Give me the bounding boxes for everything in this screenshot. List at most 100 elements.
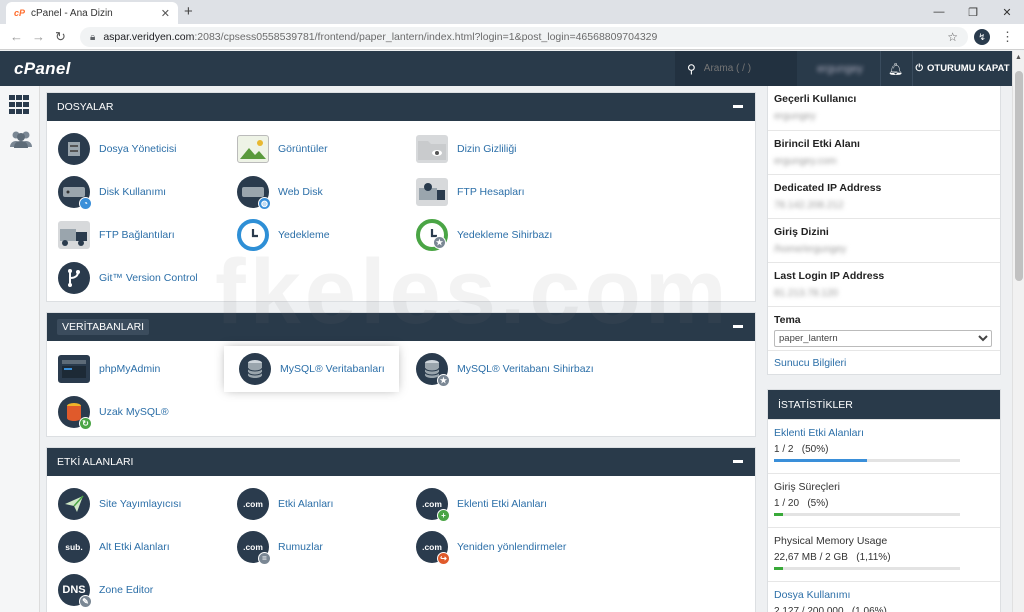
reload-icon[interactable]: ↻ bbox=[55, 29, 66, 45]
forward-icon[interactable]: → bbox=[32, 29, 45, 44]
stat-progress-bar bbox=[774, 513, 960, 516]
user-manager-icon[interactable] bbox=[9, 130, 32, 150]
stat-progress-fill bbox=[774, 459, 867, 462]
logout-button[interactable]: ⏻ OTURUMU KAPAT bbox=[912, 51, 1012, 86]
collapse-icon[interactable] bbox=[733, 325, 743, 328]
collapse-icon[interactable] bbox=[733, 460, 743, 463]
redirects-link[interactable]: .com ↪ Yeniden yönlendirmeler bbox=[415, 530, 566, 565]
disk-usage-link[interactable]: ◔ Disk Kullanımı bbox=[57, 175, 166, 210]
lock-icon[interactable]: 🔒︎ bbox=[90, 32, 95, 43]
stat-label[interactable]: Eklenti Etki Alanları bbox=[774, 427, 994, 439]
info-row: Birincil Etki Alanı ergungey.com bbox=[768, 130, 1000, 174]
general-info-panel: Geçerli Kullanıcı ergungey Birincil Etki… bbox=[767, 86, 1001, 375]
browser-toolbar: ← → ↻ 🔒︎ aspar.veridyen.com:2083/cpsess0… bbox=[0, 24, 1024, 50]
files-panel-header[interactable]: DOSYALAR bbox=[47, 93, 755, 121]
ftp-accounts-link[interactable]: FTP Hesapları bbox=[415, 175, 525, 209]
images-link[interactable]: Görüntüler bbox=[236, 132, 328, 166]
info-row: Last Login IP Address 81.213.78.120 bbox=[768, 262, 1000, 306]
backup-icon bbox=[237, 219, 269, 251]
subdomains-link[interactable]: sub. Alt Etki Alanları bbox=[57, 530, 170, 564]
username: ergungey bbox=[817, 62, 863, 75]
user-menu[interactable]: ergungey bbox=[800, 51, 880, 86]
stat-value: 22,67 MB / 2 GB (1,11%) bbox=[774, 552, 891, 563]
search-input[interactable] bbox=[703, 63, 784, 74]
web-disk-link[interactable]: ◍ Web Disk bbox=[236, 175, 323, 210]
stat-row: Giriş Süreçleri 1 / 20 (5%) bbox=[768, 473, 1000, 527]
minimize-icon[interactable]: — bbox=[922, 0, 956, 24]
window-close-icon[interactable]: ✕ bbox=[990, 0, 1024, 24]
stat-row: Dosya Kullanımı 2.127 / 200.000 (1,06%) bbox=[768, 581, 1000, 612]
plus-icon: + bbox=[437, 509, 450, 522]
web-disk-icon: ◍ bbox=[237, 176, 271, 210]
search-icon: ⚲ bbox=[687, 61, 696, 76]
ftp-connections-link[interactable]: FTP Bağlantıları bbox=[57, 218, 175, 252]
stat-progress-bar bbox=[774, 459, 960, 462]
databases-panel: VERİTABANLARI phpMyAdmin MySQL® Veritaba… bbox=[46, 312, 756, 437]
databases-panel-header[interactable]: VERİTABANLARI bbox=[47, 313, 755, 341]
statistics-title: İSTATİSTİKLER bbox=[768, 390, 1000, 419]
phpmyadmin-link[interactable]: phpMyAdmin bbox=[57, 352, 160, 386]
statistics-panel: İSTATİSTİKLER Eklenti Etki Alanları 1 / 2… bbox=[767, 389, 1001, 612]
images-icon bbox=[237, 135, 269, 163]
theme-select[interactable]: paper_lantern bbox=[774, 330, 992, 347]
scroll-thumb[interactable] bbox=[1015, 71, 1023, 281]
left-navigation bbox=[0, 86, 40, 612]
logout-label: OTURUMU KAPAT bbox=[927, 63, 1010, 74]
mysql-databases-icon bbox=[239, 353, 271, 385]
url-text: aspar.veridyen.com:2083/cpsess0558539781… bbox=[103, 31, 658, 43]
files-section-title: DOSYALAR bbox=[57, 101, 114, 113]
address-bar[interactable]: 🔒︎ aspar.veridyen.com:2083/cpsess0558539… bbox=[80, 27, 968, 47]
domains-panel-header[interactable]: ETKİ ALANLARI bbox=[47, 448, 755, 476]
browser-tab[interactable]: cP cPanel - Ana Dizin ✕ bbox=[6, 2, 178, 24]
new-tab-icon[interactable]: + bbox=[184, 3, 193, 20]
domains-link[interactable]: .com Etki Alanları bbox=[236, 487, 333, 521]
git-version-control-link[interactable]: Git™ Version Control bbox=[57, 261, 198, 295]
mysql-wizard-icon: ★ bbox=[416, 353, 450, 387]
remote-mysql-icon: ↻ bbox=[58, 396, 92, 430]
site-publisher-icon bbox=[58, 488, 90, 520]
stat-value: 1 / 2 (50%) bbox=[774, 444, 829, 455]
stat-label: Giriş Süreçleri bbox=[774, 481, 840, 493]
stat-value: 2.127 / 200.000 (1,06%) bbox=[774, 606, 887, 612]
home-grid-icon[interactable] bbox=[9, 95, 31, 115]
notifications-bell-icon[interactable]: 🔔︎ bbox=[880, 51, 910, 86]
directory-privacy-link[interactable]: Dizin Gizliliği bbox=[415, 132, 517, 166]
cpanel-logo[interactable]: cPanel bbox=[14, 59, 71, 79]
search-box: ⚲ bbox=[675, 51, 797, 86]
server-info-link[interactable]: Sunucu Bilgileri bbox=[768, 350, 1000, 374]
tab-title: cPanel - Ana Dizin bbox=[31, 7, 113, 19]
right-sidebar: Geçerli Kullanıcı ergungey Birincil Etki… bbox=[767, 86, 1001, 612]
maximize-icon[interactable]: ❐ bbox=[956, 0, 990, 24]
cpanel-header: cPanel ⚲ ergungey 🔔︎ ⏻ OTURUMU KAPAT bbox=[0, 51, 1012, 86]
aliases-link[interactable]: .com = Rumuzlar bbox=[236, 530, 323, 565]
stat-label[interactable]: Dosya Kullanımı bbox=[774, 589, 994, 601]
page-scrollbar[interactable]: ▲ bbox=[1012, 51, 1024, 612]
extension-icon[interactable]: ↯ bbox=[974, 29, 990, 45]
domains-panel: ETKİ ALANLARI Site Yayımlayıcısı .com Et… bbox=[46, 447, 756, 612]
back-icon[interactable]: ← bbox=[10, 29, 23, 44]
browser-menu-icon[interactable]: ⋮ bbox=[1001, 29, 1014, 45]
window-controls: — ❐ ✕ bbox=[922, 0, 1024, 24]
scroll-up-icon[interactable]: ▲ bbox=[1015, 54, 1022, 61]
collapse-icon[interactable] bbox=[733, 105, 743, 108]
subdomains-icon: sub. bbox=[58, 531, 90, 563]
backup-link[interactable]: Yedekleme bbox=[236, 218, 330, 252]
remote-mysql-link[interactable]: ↻ Uzak MySQL® bbox=[57, 395, 169, 430]
bookmark-star-icon[interactable]: ☆ bbox=[947, 30, 958, 44]
mysql-database-wizard-link[interactable]: ★ MySQL® Veritabanı Sihirbazı bbox=[415, 352, 594, 387]
aliases-icon: .com = bbox=[237, 531, 271, 565]
addon-domains-link[interactable]: .com + Eklenti Etki Alanları bbox=[415, 487, 547, 522]
mysql-databases-link[interactable]: MySQL® Veritabanları bbox=[230, 352, 393, 386]
zone-editor-link[interactable]: DNS ✎ Zone Editor bbox=[57, 573, 153, 608]
stat-progress-fill bbox=[774, 513, 784, 516]
backup-wizard-link[interactable]: ★ Yedekleme Sihirbazı bbox=[415, 218, 552, 252]
stat-progress-fill bbox=[774, 567, 784, 570]
cpanel-favicon-icon: cP bbox=[14, 8, 26, 18]
edit-icon: ✎ bbox=[79, 595, 92, 608]
file-manager-link[interactable]: Dosya Yöneticisi bbox=[57, 132, 176, 166]
tab-close-icon[interactable]: ✕ bbox=[161, 7, 170, 20]
info-row: Giriş Dizini /home/ergungey bbox=[768, 218, 1000, 262]
stat-value: 1 / 20 (5%) bbox=[774, 498, 829, 509]
site-publisher-link[interactable]: Site Yayımlayıcısı bbox=[57, 487, 181, 521]
domains-section-title: ETKİ ALANLARI bbox=[57, 456, 134, 468]
